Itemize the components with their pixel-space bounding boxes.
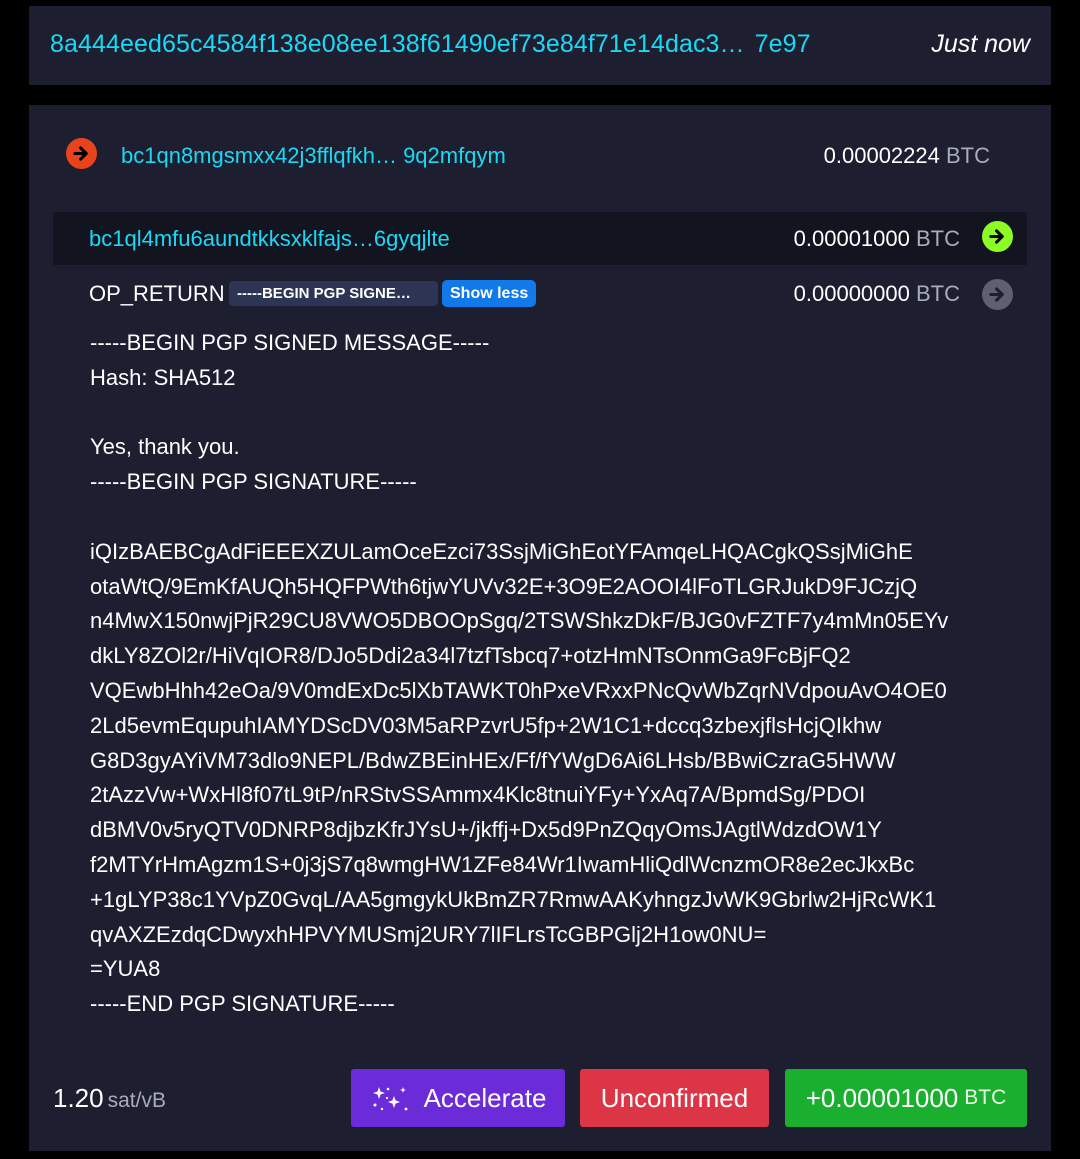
txid-link[interactable]: 8a444eed65c4584f138e08ee138f61490ef73e84… (50, 30, 811, 59)
input-amount-value: 0.00002224 (823, 143, 940, 168)
input-amount: 0.00002224 BTC (824, 143, 990, 169)
op-return-amount: 0.00000000 BTC (794, 281, 960, 307)
op-return-message-line: f2MTYrHmAgzm1S+0j3jS7q8wmgHW1ZFe84Wr1Iwa… (90, 851, 915, 877)
op-return-message-line: dBMV0v5ryQTV0DNRP8djbzKfrJYsU+/jkffj+Dx5… (90, 817, 882, 843)
op-return-message-line: otaWtQ/9EmKfAUQh5HQFPWth6tjwYUVv32E+3O9E… (90, 573, 918, 599)
op-return-message: -----BEGIN PGP SIGNED MESSAGE----- Hash: … (90, 326, 1020, 1022)
fee-value: 1.20 (53, 1083, 104, 1113)
arrow-right-circle-icon[interactable] (66, 138, 97, 169)
op-return-message-line: dkLY8ZOl2r/HiVqIOR8/DJo5Ddi2a34l7tzfTsbc… (90, 643, 851, 669)
input-row: bc1qn8mgsmxx42j3fflqfkh… 9q2mfqym 0.0000… (29, 105, 1051, 205)
op-return-message-line: -----BEGIN PGP SIGNATURE----- (90, 469, 417, 495)
output-amount-unit: BTC (916, 226, 960, 251)
op-return-message-line: G8D3gyAYiVM73dlo9NEPL/BdwZBEinHEx/Ff/fYW… (90, 747, 896, 773)
output-address-link[interactable]: bc1ql4mfu6aundtkksxklfajs…6gyqjlte (89, 226, 450, 252)
op-return-amount-value: 0.00000000 (793, 281, 910, 306)
op-return-message-line: -----BEGIN PGP SIGNED MESSAGE----- (90, 330, 490, 355)
op-return-message-line: 2tAzzVw+WxHl8f07tL9tP/nRStvSSAmmx4Klc8tn… (90, 782, 866, 808)
input-amount-unit: BTC (946, 143, 990, 168)
input-address-link[interactable]: bc1qn8mgsmxx42j3fflqfkh… 9q2mfqym (121, 143, 506, 169)
timestamp: Just now (931, 30, 1030, 58)
op-return-message-line: 2Ld5evmEqupuhIAMYDScDV03M5aRPzvrU5fp+2W1… (90, 712, 882, 738)
op-return-message-line: Hash: SHA512 (90, 364, 236, 390)
op-return-message-line: iQIzBAEBCgAdFiEEEXZULamOceEzci73SsjMiGhE… (90, 538, 913, 564)
op-return-message-line: VQEwbHhh42eOa/9V0mdExDc5lXbTAWKT0hPxeVRx… (90, 677, 947, 703)
transaction-value-unit: BTC (964, 1086, 1007, 1109)
transaction-value-button[interactable]: +0.00001000 BTC (785, 1069, 1027, 1127)
op-return-message-line (90, 396, 1020, 431)
transaction-details: bc1qn8mgsmxx42j3fflqfkh… 9q2mfqym 0.0000… (29, 105, 1051, 1151)
op-return-preview-badge: -----BEGIN PGP SIGNE… (229, 281, 438, 306)
op-return-message-line: -----END PGP SIGNATURE----- (90, 991, 395, 1017)
op-return-row: OP_RETURN -----BEGIN PGP SIGNE… Show les… (53, 265, 1027, 319)
transaction-header: 8a444eed65c4584f138e08ee138f61490ef73e84… (29, 6, 1051, 85)
op-return-message-line: Yes, thank you. (90, 434, 240, 460)
sparkles-icon (372, 1087, 407, 1111)
show-less-button[interactable]: Show less (442, 280, 537, 307)
unconfirmed-status-button[interactable]: Unconfirmed (580, 1069, 769, 1127)
txid-end: 7e97 (754, 30, 811, 58)
arrow-right-circle-icon[interactable] (982, 279, 1013, 310)
arrow-right-circle-icon[interactable] (982, 221, 1013, 252)
op-return-message-line: +1gLYP38c1YVpZ0GvqL/AA5gmgykUkBmZR7RmwAA… (90, 886, 937, 912)
op-return-message-line: qvAXZEzdqCDwyxhHPVYMUSmj2URY7lIFLrsTcGBP… (90, 921, 767, 947)
output-row: bc1ql4mfu6aundtkksxklfajs…6gyqjlte 0.000… (53, 212, 1027, 265)
fee-unit: sat/vB (107, 1089, 166, 1112)
accelerate-button[interactable]: Accelerate (351, 1069, 565, 1127)
transaction-value: +0.00001000 (805, 1082, 959, 1113)
op-return-message-line: =YUA8 (90, 956, 161, 982)
transaction-footer: 1.20 sat/vB Accelerate Unconfirmed +0.000… (29, 1069, 1051, 1127)
op-return-message-line (90, 500, 1020, 535)
output-amount-value: 0.00001000 (793, 226, 910, 251)
fee-rate: 1.20 sat/vB (53, 1083, 166, 1114)
op-return-amount-unit: BTC (916, 281, 960, 306)
op-return-message-line: n4MwX150nwjPjR29CU8VWO5DBOOpSgq/2TSWShkz… (90, 608, 949, 634)
op-return-label: OP_RETURN (89, 281, 225, 306)
output-amount: 0.00001000 BTC (794, 226, 960, 252)
txid-start: 8a444eed65c4584f138e08ee138f61490ef73e84… (50, 30, 745, 58)
accelerate-label: Accelerate (423, 1082, 547, 1113)
